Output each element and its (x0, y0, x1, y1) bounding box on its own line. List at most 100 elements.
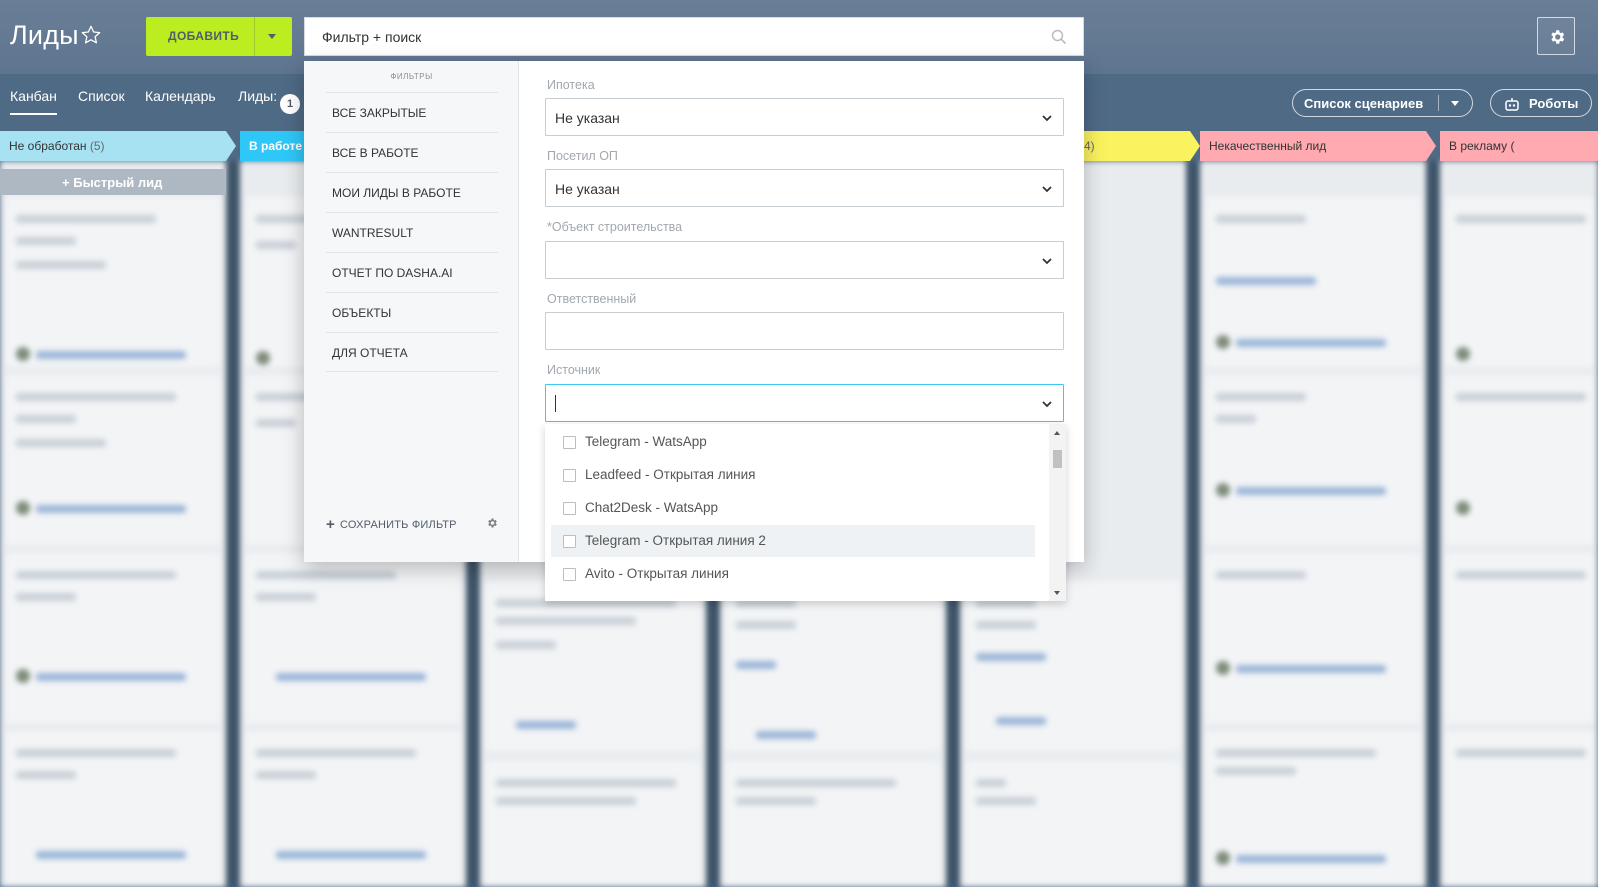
page-title: Лиды (10, 20, 79, 50)
source-option[interactable]: Telegram - Открытая линия 2 (551, 525, 1035, 557)
save-filter-label: СОХРАНИТЬ ФИЛЬТР (339, 519, 457, 531)
lead-card[interactable] (246, 553, 460, 723)
source-option[interactable]: Telegram - WatsApp (551, 426, 1035, 458)
source-option[interactable]: Chat2Desk - WatsApp (551, 492, 1035, 524)
lead-card[interactable] (1446, 375, 1594, 545)
source-label: Источник (547, 363, 601, 377)
tab-leads-counter[interactable]: Лиды: (238, 88, 277, 104)
lead-card[interactable] (1206, 375, 1420, 545)
source-option[interactable]: Leadfeed - Открытая линия (551, 459, 1035, 491)
stage-in-progress[interactable]: В работе (240, 131, 306, 161)
preset-objects[interactable]: ОБЪЕКТЫ (326, 292, 498, 332)
preset-all-closed[interactable]: ВСЕ ЗАКРЫТЫЕ (326, 92, 498, 132)
checkbox[interactable] (563, 436, 576, 449)
mortgage-select[interactable]: Не указан (545, 98, 1064, 136)
construction-object-select[interactable] (545, 241, 1064, 279)
stage-count: (5) (89, 139, 105, 153)
search-text: Фильтр + поиск (322, 29, 422, 45)
lead-card[interactable] (966, 761, 1180, 887)
preset-wantresult[interactable]: WANTRESULT (326, 212, 498, 252)
scrollbar-thumb[interactable] (1053, 450, 1062, 468)
scenarios-divider (1438, 95, 1439, 111)
scroll-up-icon[interactable] (1054, 431, 1060, 435)
lead-card[interactable] (1206, 553, 1420, 723)
lead-card[interactable] (6, 197, 220, 367)
stage-arrow (1190, 131, 1200, 161)
lead-card[interactable] (6, 375, 220, 545)
chevron-down-icon (1041, 111, 1053, 129)
add-button-label: ДОБАВИТЬ (168, 29, 240, 43)
lead-card[interactable] (486, 761, 700, 887)
chevron-down-icon (1041, 397, 1053, 415)
stage-count: 4) (1084, 139, 1095, 153)
save-filter-button[interactable]: + СОХРАНИТЬ ФИЛЬТР (326, 516, 457, 533)
stage-yellow[interactable]: 4) (1084, 131, 1200, 161)
lead-card[interactable] (1446, 731, 1594, 887)
add-button-divider (254, 17, 255, 56)
visited-office-select[interactable]: Не указан (545, 169, 1064, 207)
lead-card[interactable] (486, 581, 700, 751)
source-select[interactable] (545, 384, 1064, 422)
kanban-column (1200, 161, 1426, 887)
text-cursor (555, 395, 556, 412)
stage-name: Некачественный лид (1209, 139, 1327, 153)
scenarios-button[interactable]: Список сценариев (1292, 89, 1473, 117)
lead-card[interactable] (1446, 197, 1594, 367)
mortgage-value: Не указан (555, 110, 620, 126)
lead-card[interactable] (6, 553, 220, 723)
preset-my-leads[interactable]: МОИ ЛИДЫ В РАБОТЕ (326, 172, 498, 212)
visited-office-label: Посетил ОП (547, 149, 618, 163)
chevron-down-icon (1041, 182, 1053, 200)
checkbox[interactable] (563, 502, 576, 515)
search-icon[interactable] (1051, 29, 1067, 50)
lead-card[interactable] (726, 761, 940, 887)
tab-list[interactable]: Список (78, 88, 125, 104)
lead-card[interactable] (6, 731, 220, 887)
gear-icon (1551, 30, 1565, 44)
lead-card[interactable] (1446, 553, 1594, 723)
stage-name: Не обработан (9, 139, 87, 153)
responsible-input[interactable] (545, 312, 1064, 350)
gear-icon[interactable] (486, 516, 498, 534)
add-button[interactable]: ДОБАВИТЬ (146, 17, 292, 56)
lead-card[interactable] (1206, 731, 1420, 887)
filter-search-input[interactable]: Фильтр + поиск (304, 17, 1084, 56)
robot-icon (1504, 97, 1520, 114)
stage-advertising[interactable]: В рекламу ( (1440, 131, 1598, 161)
robots-button[interactable]: Роботы (1490, 89, 1592, 117)
construction-object-label: *Объект строительства (547, 220, 683, 234)
scenarios-label: Список сценариев (1304, 96, 1424, 111)
stage-arrow (226, 131, 236, 161)
settings-button[interactable] (1537, 17, 1575, 55)
checkbox[interactable] (563, 469, 576, 482)
add-dropdown-icon[interactable] (268, 34, 276, 39)
kanban-column (0, 161, 226, 887)
scrollbar[interactable] (1049, 424, 1066, 601)
source-option[interactable]: Avito - Открытая линия (551, 558, 1035, 590)
stage-not-processed[interactable]: Не обработан (5) (0, 131, 236, 161)
lead-card[interactable] (966, 581, 1180, 751)
kanban-column (1440, 161, 1598, 887)
lead-card[interactable] (726, 581, 940, 751)
quick-lead-button[interactable]: + Быстрый лид (0, 169, 226, 195)
preset-dasha-report[interactable]: ОТЧЕТ ПО DASHA.AI (326, 252, 498, 292)
preset-for-report[interactable]: ДЛЯ ОТЧЕТА (326, 332, 498, 372)
lead-card[interactable] (246, 731, 460, 887)
stage-arrow (1426, 131, 1436, 161)
presets-heading: ФИЛЬТРЫ (390, 72, 433, 81)
stage-bad-lead[interactable]: Некачественный лид (1200, 131, 1436, 161)
source-options-list: Telegram - WatsApp Leadfeed - Открытая л… (545, 424, 1066, 601)
tab-calendar[interactable]: Календарь (145, 88, 216, 104)
scroll-down-icon[interactable] (1054, 591, 1060, 595)
chevron-down-icon[interactable] (1451, 101, 1459, 106)
filter-presets-panel: ФИЛЬТРЫ ВСЕ ЗАКРЫТЫЕ ВСЕ В РАБОТЕ МОИ ЛИ… (304, 61, 519, 562)
star-icon[interactable] (80, 24, 102, 51)
stage-name: В рекламу ( (1449, 139, 1515, 153)
tab-kanban[interactable]: Канбан (10, 88, 57, 115)
lead-card[interactable] (1206, 197, 1420, 367)
checkbox[interactable] (563, 568, 576, 581)
checkbox[interactable] (563, 535, 576, 548)
plus-icon: + (326, 516, 335, 533)
preset-all-in-progress[interactable]: ВСЕ В РАБОТЕ (326, 132, 498, 172)
robots-label: Роботы (1529, 96, 1579, 111)
